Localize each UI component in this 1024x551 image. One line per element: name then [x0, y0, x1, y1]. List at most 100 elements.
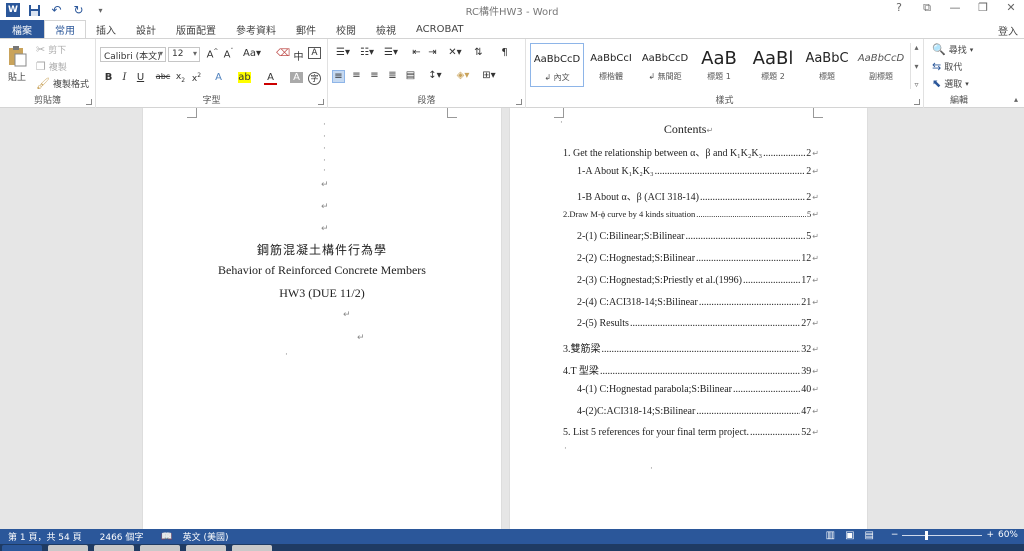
toc-entry[interactable]: 2.Draw M-ϕ curve by 4 kinds situation 5↵ — [563, 209, 819, 219]
zoom-level[interactable]: 60% — [998, 530, 1018, 540]
restore-icon[interactable]: ❐ — [976, 1, 990, 15]
page-2[interactable]: · Contents↵ 1. Get the relationship betw… — [510, 108, 867, 529]
toc-entry[interactable]: 2-(3) C:Hognestad;S:Priestly et al.(1996… — [577, 275, 819, 286]
increase-indent-icon[interactable]: ⇥ — [426, 47, 439, 58]
taskbar-item[interactable] — [186, 545, 226, 551]
tab-acrobat[interactable]: ACROBAT — [406, 20, 474, 38]
paragraph-launcher-icon[interactable] — [516, 99, 522, 105]
subscript-icon[interactable]: x2 — [174, 72, 187, 84]
homework-title[interactable]: HW3 (DUE 11/2) — [143, 286, 501, 301]
page-count[interactable]: 第 1 頁，共 54 頁 — [8, 530, 82, 543]
toc-entry[interactable]: 4-(1) C:Hognestad parabola;S:Bilinear 40↵ — [577, 384, 819, 395]
page-1[interactable]: · · · · · ↵ ↵ ↵ 鋼筋混凝土構件行為學 Behavior of R… — [143, 108, 501, 529]
toc-entry[interactable]: 1. Get the relationship between α、β and … — [563, 144, 819, 159]
bullets-icon[interactable]: ☰▾ — [334, 47, 352, 58]
chevron-up-icon[interactable]: ▴ — [914, 43, 918, 52]
chinese-layout-icon[interactable]: ✕▾ — [446, 47, 464, 58]
strikethrough-icon[interactable]: abc — [154, 72, 172, 81]
sign-in-link[interactable]: 登入 — [998, 23, 1018, 38]
line-spacing-icon[interactable]: ↕▾ — [426, 70, 444, 81]
taskbar-item[interactable] — [48, 545, 88, 551]
title-english[interactable]: Behavior of Reinforced Concrete Members — [143, 263, 501, 278]
save-icon[interactable] — [27, 3, 42, 18]
redo-icon[interactable]: ↻ — [71, 3, 86, 18]
justify-icon[interactable]: ≣ — [386, 70, 399, 81]
styles-launcher-icon[interactable] — [914, 99, 920, 105]
change-case-icon[interactable]: Aa▾ — [242, 48, 262, 59]
text-effects-icon[interactable]: A — [212, 72, 225, 83]
style-kaiti[interactable]: AaBbCcI 標楷體 — [584, 43, 638, 87]
distributed-icon[interactable]: ▤ — [404, 70, 417, 81]
toc-entry[interactable]: 2-(4) C:ACI318-14;S:Bilinear 21↵ — [577, 297, 819, 308]
tab-review[interactable]: 校閱 — [326, 20, 366, 38]
italic-icon[interactable]: I — [118, 72, 131, 83]
zoom-slider[interactable] — [902, 530, 983, 540]
paste-button[interactable]: 貼上 — [6, 45, 28, 83]
clear-formatting-icon[interactable]: ⌫ — [276, 48, 290, 59]
show-marks-icon[interactable]: ¶ — [498, 47, 511, 58]
toc-entry[interactable]: 1-A About K₁K₂K₃ 2↵ — [577, 166, 819, 177]
enclose-characters-icon[interactable]: 字 — [308, 72, 321, 85]
bold-icon[interactable]: B — [102, 72, 115, 83]
toc-entry[interactable]: 3.雙筋梁 32↵ — [563, 340, 819, 355]
word-logo-icon[interactable]: W — [6, 3, 20, 17]
character-shading-icon[interactable]: A — [290, 72, 303, 83]
toc-entry[interactable]: 2-(2) C:Hognestad;S:Bilinear 12↵ — [577, 253, 819, 264]
sort-icon[interactable]: ⇅ — [472, 47, 485, 58]
font-launcher-icon[interactable] — [318, 99, 324, 105]
font-size-select[interactable]: 12 — [168, 47, 200, 62]
zoom-in-icon[interactable]: + — [986, 530, 994, 540]
ribbon-display-icon[interactable]: ⧉ — [920, 1, 934, 15]
find-button[interactable]: 🔍 尋找 ▾ — [932, 43, 973, 56]
title-chinese[interactable]: 鋼筋混凝土構件行為學 — [143, 241, 501, 258]
character-border-icon[interactable]: A — [308, 47, 321, 59]
tab-home[interactable]: 常用 — [44, 20, 86, 38]
multilevel-list-icon[interactable]: ☰▾ — [382, 47, 400, 58]
style-normal[interactable]: AaBbCcD ↲ 內文 — [530, 43, 584, 87]
shrink-font-icon[interactable]: Aˇ — [222, 48, 235, 60]
toc-entry[interactable]: 5. List 5 references for your final term… — [563, 427, 819, 438]
toc-entry[interactable]: 2-(5) Results 27↵ — [577, 318, 819, 329]
document-area[interactable]: · · · · · ↵ ↵ ↵ 鋼筋混凝土構件行為學 Behavior of R… — [0, 108, 1024, 529]
tab-insert[interactable]: 插入 — [86, 20, 126, 38]
cut-button[interactable]: ✂ 剪下 — [36, 43, 66, 56]
tab-references[interactable]: 參考資料 — [226, 20, 286, 38]
minimize-icon[interactable]: — — [948, 1, 962, 15]
style-subtitle[interactable]: AaBbCcD 副標題 — [854, 43, 908, 87]
format-painter-button[interactable]: 🖌 複製格式 — [36, 77, 89, 90]
web-layout-icon[interactable]: ▤ — [865, 530, 874, 541]
close-icon[interactable]: ✕ — [1004, 1, 1018, 15]
print-layout-icon[interactable]: ▣ — [845, 530, 854, 541]
taskbar-item[interactable] — [232, 545, 272, 551]
align-center-icon[interactable]: ≡ — [350, 70, 363, 81]
toc-entry[interactable]: 2-(1) C:Bilinear;S:Bilinear 5↵ — [577, 231, 819, 242]
grow-font-icon[interactable]: A^ — [206, 48, 219, 60]
copy-button[interactable]: ❐ 複製 — [36, 60, 67, 73]
style-heading-2[interactable]: AaBl 標題 2 — [746, 43, 800, 87]
align-right-icon[interactable]: ≡ — [368, 70, 381, 81]
borders-icon[interactable]: ⊞▾ — [480, 70, 498, 81]
undo-icon[interactable]: ↶ — [49, 3, 64, 18]
toc-title[interactable]: Contents↵ — [510, 122, 867, 137]
toc-entry[interactable]: 4-(2)C:ACI318-14;S:Bilinear 47↵ — [577, 406, 819, 417]
decrease-indent-icon[interactable]: ⇤ — [410, 47, 423, 58]
zoom-slider-thumb[interactable] — [925, 530, 929, 540]
help-icon[interactable]: ? — [892, 1, 906, 15]
style-heading-1[interactable]: AaB 標題 1 — [692, 43, 746, 87]
zoom-out-icon[interactable]: − — [891, 530, 899, 540]
taskbar-item[interactable] — [94, 545, 134, 551]
highlight-icon[interactable]: ab — [238, 72, 251, 83]
toc-entry[interactable]: 4.T 型梁 39↵ — [563, 362, 819, 377]
tab-design[interactable]: 設計 — [126, 20, 166, 38]
collapse-ribbon-icon[interactable]: ▴ — [1014, 95, 1018, 104]
style-title[interactable]: AaBbC 標題 — [800, 43, 854, 87]
tab-mailings[interactable]: 郵件 — [286, 20, 326, 38]
underline-icon[interactable]: U — [134, 72, 147, 83]
taskbar-start[interactable] — [2, 545, 42, 551]
tab-layout[interactable]: 版面配置 — [166, 20, 226, 38]
numbering-icon[interactable]: ☷▾ — [358, 47, 376, 58]
language-indicator[interactable]: 英文 (美國) — [183, 530, 229, 543]
align-left-icon[interactable]: ≡ — [332, 70, 345, 83]
tab-view[interactable]: 檢視 — [366, 20, 406, 38]
customize-qat-icon[interactable]: ▾ — [93, 3, 108, 18]
